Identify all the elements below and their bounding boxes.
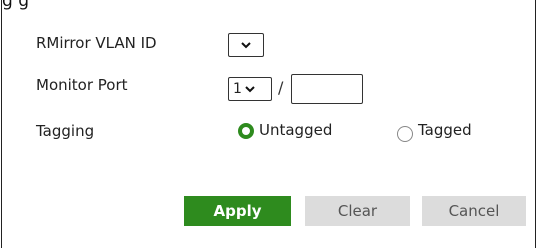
port-separator: / [278, 78, 284, 97]
apply-button[interactable]: Apply [184, 196, 291, 226]
tagging-label: Tagging [36, 122, 95, 140]
monitor-port-slot-select[interactable]: 1 [228, 77, 272, 101]
monitor-port-label: Monitor Port [36, 76, 128, 94]
monitor-port-input[interactable] [291, 74, 363, 104]
untagged-label[interactable]: Untagged [259, 121, 332, 139]
cancel-button[interactable]: Cancel [422, 196, 526, 226]
untagged-radio[interactable] [238, 123, 254, 139]
chevron-down-icon [245, 86, 255, 93]
chevron-down-icon [241, 42, 251, 49]
clear-button[interactable]: Clear [305, 196, 410, 226]
tagged-label[interactable]: Tagged [418, 121, 472, 139]
tagged-radio[interactable] [397, 126, 413, 142]
monitor-port-slot-value: 1 [233, 81, 242, 97]
rmirror-vlan-select[interactable] [228, 33, 264, 57]
rmirror-vlan-label: RMirror VLAN ID [36, 34, 157, 52]
